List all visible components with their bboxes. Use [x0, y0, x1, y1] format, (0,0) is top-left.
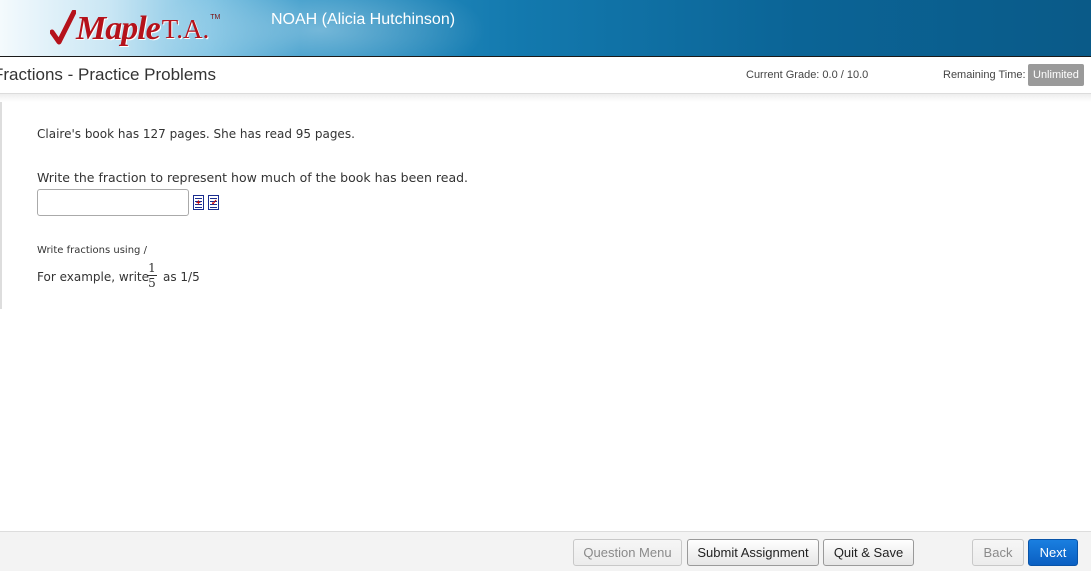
equation-editor-icon[interactable]: +: [193, 195, 204, 210]
question-menu-button[interactable]: Question Menu: [573, 539, 682, 566]
answer-input[interactable]: [37, 189, 189, 216]
preview-icon[interactable]: ✓: [208, 195, 219, 210]
back-button[interactable]: Back: [972, 539, 1024, 566]
maple-ta-logo: Maple T.A. TM: [49, 8, 221, 48]
remaining-time-label: Remaining Time:: [943, 69, 1026, 81]
example-hint-suffix: as 1/5: [163, 270, 200, 284]
example-fraction: 1 5: [146, 262, 158, 290]
page-title: Fractions - Practice Problems: [0, 65, 216, 84]
question-prompt: Write the fraction to represent how much…: [37, 170, 469, 185]
logo-text: Maple: [76, 10, 161, 47]
current-grade: Current Grade: 0.0 / 10.0: [746, 69, 869, 81]
logo-ta: T.A.: [161, 14, 210, 44]
panel-shadow: [0, 94, 1091, 102]
logo-trademark: TM: [210, 14, 221, 21]
next-button[interactable]: Next: [1028, 539, 1078, 566]
user-name: NOAH (Alicia Hutchinson): [271, 11, 456, 28]
fraction-hint: Write fractions using /: [37, 245, 147, 256]
fraction-numerator: 1: [148, 261, 156, 275]
remaining-time-badge: Unlimited: [1028, 64, 1084, 86]
assignment-titlebar: Fractions - Practice Problems Current Gr…: [0, 56, 1091, 94]
app-header: Maple T.A. TM NOAH (Alicia Hutchinson): [0, 0, 1091, 56]
checkmark-logo-icon: [49, 9, 77, 48]
navigation-footer: [0, 531, 1091, 571]
question-statement: Claire's book has 127 pages. She has rea…: [37, 127, 355, 141]
submit-assignment-button[interactable]: Submit Assignment: [687, 539, 819, 566]
example-hint-prefix: For example, write: [37, 270, 150, 284]
quit-save-button[interactable]: Quit & Save: [823, 539, 914, 566]
fraction-denominator: 5: [148, 276, 156, 290]
maple-ta-page: Maple T.A. TM NOAH (Alicia Hutchinson) F…: [0, 0, 1091, 571]
